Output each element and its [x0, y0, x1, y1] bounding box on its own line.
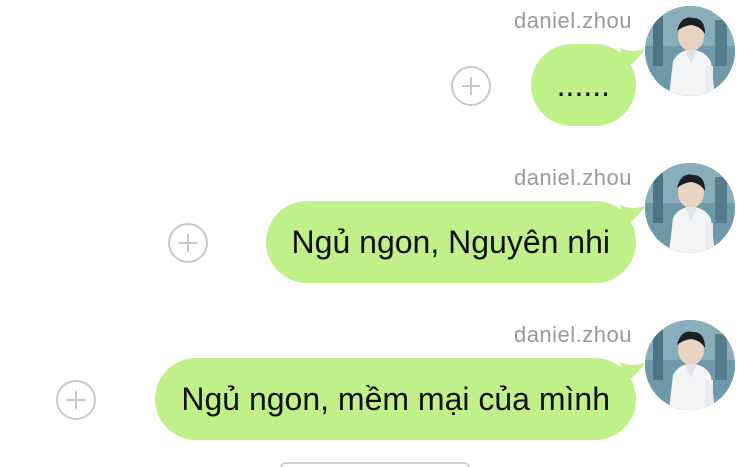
sender-name: daniel.zhou [513, 8, 632, 33]
user-avatar-icon [645, 6, 735, 96]
user-avatar-icon [645, 320, 735, 410]
partial-bubble-edge [280, 462, 470, 467]
avatar[interactable] [645, 163, 735, 253]
user-avatar-icon [645, 163, 735, 253]
bubble-tail-icon [620, 205, 646, 227]
avatar[interactable] [645, 6, 735, 96]
message-text: Ngủ ngon, Nguyên nhi [265, 201, 636, 283]
bubble-tail-icon [620, 48, 646, 70]
add-reaction-button[interactable] [168, 223, 208, 263]
message-bubble[interactable]: Ngủ ngon, mềm mại của mình [155, 358, 646, 440]
message-group: daniel.zhou Ngủ ngon, Nguyên nhi [0, 157, 750, 307]
message-bubble[interactable]: ...... [530, 44, 646, 126]
chat-thread: daniel.zhou ...... daniel.zhou Ngủ ngon,… [0, 0, 750, 467]
message-group: daniel.zhou ...... [0, 0, 750, 150]
add-reaction-button[interactable] [451, 66, 491, 106]
message-group: daniel.zhou Ngủ ngon, mềm mại của mình [0, 314, 750, 464]
avatar[interactable] [645, 320, 735, 410]
add-reaction-button[interactable] [56, 380, 96, 420]
message-text: Ngủ ngon, mềm mại của mình [155, 358, 636, 440]
message-bubble[interactable]: Ngủ ngon, Nguyên nhi [265, 201, 646, 283]
bubble-tail-icon [620, 362, 646, 384]
sender-name: daniel.zhou [513, 165, 632, 190]
sender-name: daniel.zhou [513, 322, 632, 347]
